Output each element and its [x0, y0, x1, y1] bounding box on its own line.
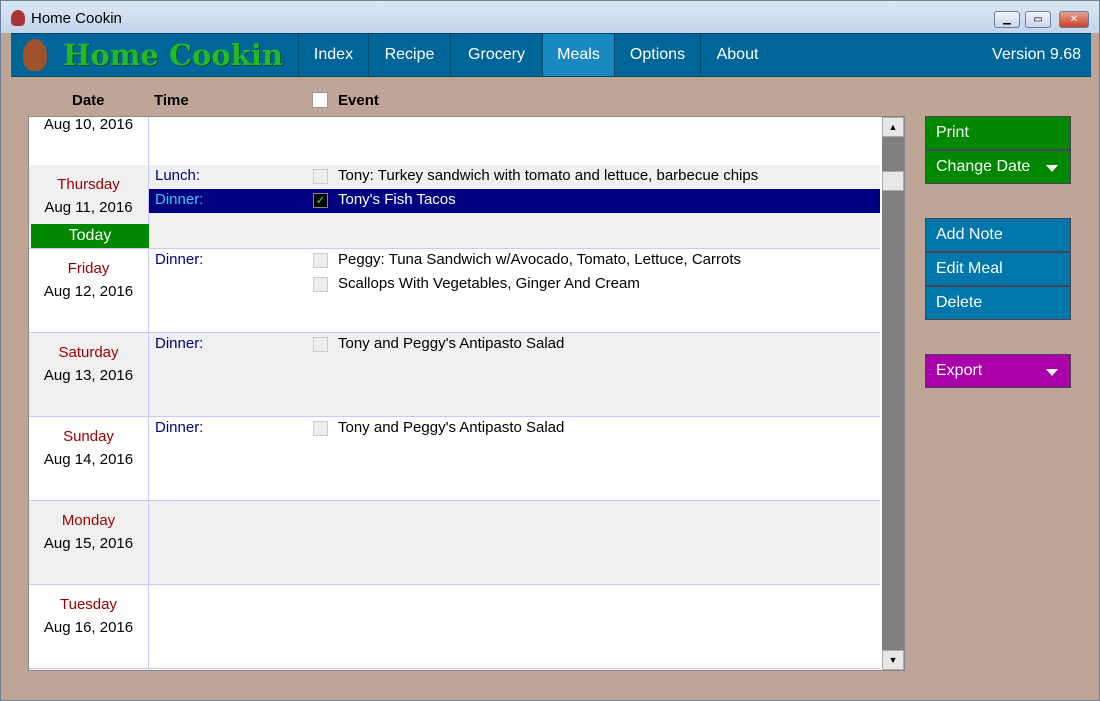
meal-item: Tony and Peggy's Antipasto Salad	[338, 335, 565, 352]
meal-entry[interactable]: Scallops With Vegetables, Ginger And Cre…	[149, 273, 880, 297]
add-note-label: Add Note	[936, 226, 1003, 243]
date-cell: Friday Aug 12, 2016	[29, 249, 149, 332]
date-label: Aug 14, 2016	[43, 451, 134, 468]
nav-tab-recipe[interactable]: Recipe	[368, 34, 450, 76]
change-date-button[interactable]: Change Date	[925, 150, 1071, 184]
day-name: Sunday	[63, 428, 114, 445]
meal-time: Dinner:	[155, 335, 204, 352]
date-cell: Saturday Aug 13, 2016	[29, 333, 149, 416]
date-label: Aug 15, 2016	[43, 535, 134, 552]
day-row: Monday Aug 15, 2016	[29, 501, 880, 585]
app-window: Home Cookin ▁ ▭ ✕ Home Cookin Index Recip…	[0, 0, 1100, 701]
day-row: Saturday Aug 13, 2016 Dinner: Tony and Pegg…	[29, 333, 880, 417]
app-logo: Home Cookin	[63, 38, 283, 72]
meal-time: Dinner:	[155, 191, 204, 208]
column-date: Date	[72, 92, 105, 109]
meal-time: Dinner:	[155, 419, 204, 436]
export-label: Export	[936, 362, 983, 379]
change-date-label: Change Date	[936, 158, 1031, 175]
column-time: Time	[154, 92, 189, 109]
meal-checkbox[interactable]	[313, 337, 328, 352]
meal-time: Lunch:	[155, 167, 201, 184]
date-label: Aug 11, 2016	[44, 199, 133, 216]
close-button[interactable]: ✕	[1059, 11, 1089, 28]
event-checkbox[interactable]	[312, 92, 328, 108]
nav-tab-meals[interactable]: Meals	[542, 34, 614, 76]
day-row: Thursday Aug 11, 2016 Today Lunch: Tony: Tur…	[29, 165, 880, 249]
vertical-scrollbar[interactable]: ▲ ▼	[882, 117, 904, 670]
dropdown-arrow-icon	[1046, 165, 1058, 172]
column-event: Event	[338, 92, 379, 109]
today-badge: Today	[31, 224, 149, 248]
date-cell: Tuesday Aug 16, 2016	[29, 585, 149, 668]
version-label: Version 9.68	[992, 46, 1081, 63]
meal-checkbox[interactable]	[313, 421, 328, 436]
meal-checkbox[interactable]	[313, 277, 328, 292]
day-row: Sunday Aug 14, 2016 Dinner: Tony and Peggy'…	[29, 417, 880, 501]
day-name: Saturday	[58, 344, 119, 361]
day-row: Aug 10, 2016	[29, 116, 880, 166]
nav-tab-grocery[interactable]: Grocery	[450, 34, 542, 76]
day-name: Friday	[67, 260, 110, 277]
day-row: Tuesday Aug 16, 2016	[29, 585, 880, 669]
scroll-up-button[interactable]: ▲	[882, 117, 904, 137]
date-label: Aug 12, 2016	[43, 283, 134, 300]
add-note-button[interactable]: Add Note	[925, 218, 1071, 252]
gingerbread-logo-icon	[23, 39, 47, 71]
date-label: Aug 16, 2016	[43, 619, 134, 636]
date-label: Aug 13, 2016	[43, 367, 134, 384]
delete-label: Delete	[936, 294, 983, 311]
dropdown-arrow-icon	[1046, 369, 1058, 376]
meal-item: Scallops With Vegetables, Ginger And Cre…	[338, 275, 640, 292]
day-name: Thursday	[57, 176, 120, 193]
scroll-down-button[interactable]: ▼	[882, 650, 904, 670]
day-name: Monday	[61, 512, 116, 529]
meal-item: Tony: Turkey sandwich with tomato and le…	[338, 167, 759, 184]
meal-entry[interactable]: Dinner: Peggy: Tuna Sandwich w/Avocado, T…	[149, 249, 880, 273]
meal-time: Dinner:	[155, 251, 204, 268]
meal-entry[interactable]: Dinner: ✓ Tony's Fish Tacos	[149, 189, 880, 213]
nav-tab-index[interactable]: Index	[298, 34, 368, 76]
meal-item: Peggy: Tuna Sandwich w/Avocado, Tomato, …	[338, 251, 742, 268]
date-cell: Monday Aug 15, 2016	[29, 501, 149, 584]
minimize-button[interactable]: ▁	[994, 11, 1020, 28]
date-cell: Sunday Aug 14, 2016	[29, 417, 149, 500]
window-title: Home Cookin	[31, 10, 122, 27]
meal-entry[interactable]: Lunch: Tony: Turkey sandwich with tomato …	[149, 165, 880, 189]
nav-tab-options[interactable]: Options	[614, 34, 700, 76]
delete-button[interactable]: Delete	[925, 286, 1071, 320]
meal-item: Tony and Peggy's Antipasto Salad	[338, 419, 565, 436]
maximize-button[interactable]: ▭	[1025, 11, 1051, 28]
meal-checkbox[interactable]	[313, 169, 328, 184]
date-cell: Aug 10, 2016	[29, 116, 149, 165]
date-label: Aug 10, 2016	[43, 116, 134, 133]
print-button[interactable]: Print	[925, 116, 1071, 150]
print-label: Print	[936, 124, 969, 141]
meal-checkbox[interactable]: ✓	[313, 193, 328, 208]
export-button[interactable]: Export	[925, 354, 1071, 388]
meal-checkbox[interactable]	[313, 253, 328, 268]
meal-calendar-list: Aug 10, 2016 Thursday Aug 11, 2016 Today Lun…	[28, 116, 905, 671]
meal-entry[interactable]: Dinner: Tony and Peggy's Antipasto Salad	[149, 333, 880, 357]
meal-entry[interactable]: Dinner: Tony and Peggy's Antipasto Salad	[149, 417, 880, 441]
scroll-thumb[interactable]	[882, 171, 904, 191]
day-name: Tuesday	[60, 596, 117, 613]
date-cell: Thursday Aug 11, 2016 Today	[29, 165, 149, 248]
edit-meal-label: Edit Meal	[936, 260, 1003, 277]
app-icon	[11, 10, 25, 26]
meal-item: Tony's Fish Tacos	[338, 191, 456, 208]
edit-meal-button[interactable]: Edit Meal	[925, 252, 1071, 286]
nav-tab-about[interactable]: About	[700, 34, 774, 76]
day-row: Friday Aug 12, 2016 Dinner: Peggy: Tuna San…	[29, 249, 880, 333]
top-nav: Home Cookin Index Recipe Grocery Meals Optio…	[11, 33, 1091, 77]
